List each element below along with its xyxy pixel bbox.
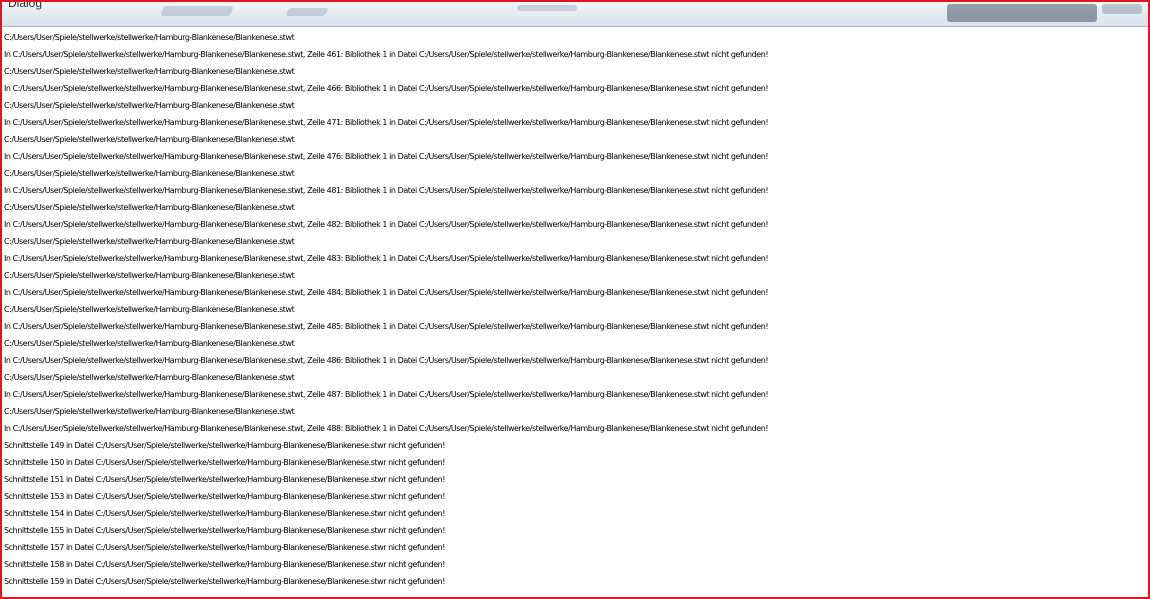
log-output-area[interactable]: C:/Users/User/Spiele/stellwerke/stellwer…: [2, 29, 1148, 597]
log-line: C:/Users/User/Spiele/stellwerke/stellwer…: [4, 33, 295, 42]
log-line: C:/Users/User/Spiele/stellwerke/stellwer…: [4, 407, 295, 416]
log-line: C:/Users/User/Spiele/stellwerke/stellwer…: [4, 271, 295, 280]
log-line: In C:/Users/User/Spiele/stellwerke/stell…: [4, 220, 769, 229]
titlebar-background-graphic: [517, 5, 577, 11]
log-line: Schnittstelle 149 in Datei C:/Users/User…: [4, 441, 446, 450]
log-line: In C:/Users/User/Spiele/stellwerke/stell…: [4, 186, 769, 195]
log-line: In C:/Users/User/Spiele/stellwerke/stell…: [4, 322, 769, 331]
window-title: Dialog: [8, 2, 43, 10]
log-line: C:/Users/User/Spiele/stellwerke/stellwer…: [4, 339, 295, 348]
titlebar-background-graphic: [285, 8, 329, 16]
titlebar-background-graphic: [947, 4, 1097, 22]
log-line: Schnittstelle 159 in Datei C:/Users/User…: [4, 577, 446, 586]
log-line: C:/Users/User/Spiele/stellwerke/stellwer…: [4, 373, 295, 382]
log-line: In C:/Users/User/Spiele/stellwerke/stell…: [4, 356, 769, 365]
log-line: Schnittstelle 150 in Datei C:/Users/User…: [4, 458, 446, 467]
log-line: C:/Users/User/Spiele/stellwerke/stellwer…: [4, 203, 295, 212]
log-line: Schnittstelle 157 in Datei C:/Users/User…: [4, 543, 446, 552]
log-line: C:/Users/User/Spiele/stellwerke/stellwer…: [4, 169, 295, 178]
log-line: C:/Users/User/Spiele/stellwerke/stellwer…: [4, 101, 295, 110]
log-line: Schnittstelle 155 in Datei C:/Users/User…: [4, 526, 446, 535]
titlebar-background-graphic: [1102, 4, 1142, 14]
log-line: C:/Users/User/Spiele/stellwerke/stellwer…: [4, 237, 295, 246]
log-line: In C:/Users/User/Spiele/stellwerke/stell…: [4, 390, 769, 399]
log-line: Schnittstelle 158 in Datei C:/Users/User…: [4, 560, 446, 569]
log-line: In C:/Users/User/Spiele/stellwerke/stell…: [4, 152, 769, 161]
log-line: In C:/Users/User/Spiele/stellwerke/stell…: [4, 288, 769, 297]
log-line: Schnittstelle 151 in Datei C:/Users/User…: [4, 475, 446, 484]
log-line: Schnittstelle 153 in Datei C:/Users/User…: [4, 492, 446, 501]
log-line: C:/Users/User/Spiele/stellwerke/stellwer…: [4, 135, 295, 144]
log-line: In C:/Users/User/Spiele/stellwerke/stell…: [4, 424, 769, 433]
log-line: C:/Users/User/Spiele/stellwerke/stellwer…: [4, 67, 295, 76]
titlebar-background-graphic: [160, 6, 234, 16]
log-line: C:/Users/User/Spiele/stellwerke/stellwer…: [4, 305, 295, 314]
log-line: In C:/Users/User/Spiele/stellwerke/stell…: [4, 84, 769, 93]
log-line: In C:/Users/User/Spiele/stellwerke/stell…: [4, 254, 769, 263]
log-line: Schnittstelle 154 in Datei C:/Users/User…: [4, 509, 446, 518]
title-bar[interactable]: Dialog: [2, 2, 1148, 27]
log-line: In C:/Users/User/Spiele/stellwerke/stell…: [4, 118, 769, 127]
dialog-window: Dialog C:/Users/User/Spiele/stellwerke/s…: [0, 0, 1150, 599]
log-line: In C:/Users/User/Spiele/stellwerke/stell…: [4, 50, 769, 59]
